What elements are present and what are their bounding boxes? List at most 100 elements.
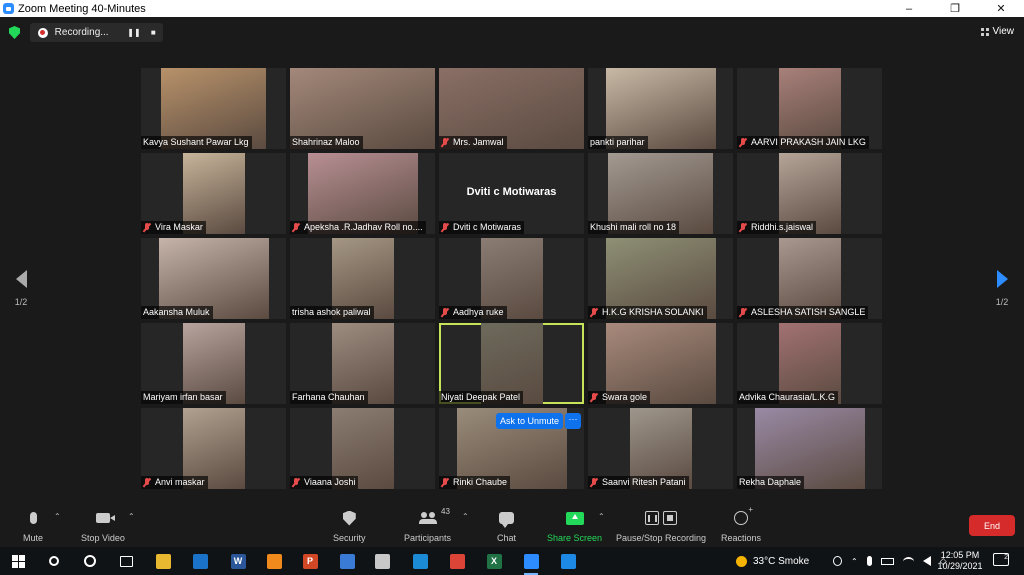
- stop-video-button[interactable]: Stop Video: [81, 509, 125, 543]
- system-tray: ⌃ ◇: [833, 547, 947, 575]
- reactions-button[interactable]: Reactions: [721, 505, 761, 543]
- window-title-bar: Zoom Meeting 40-Minutes – ❐ ✕: [0, 0, 1024, 17]
- participant-tile[interactable]: Khushi mali roll no 18: [588, 153, 733, 234]
- taskbar-app-button[interactable]: [264, 551, 284, 571]
- participant-name: Dviti c Motiwaras: [453, 222, 522, 232]
- participant-tile[interactable]: Aadhya ruke: [439, 238, 584, 319]
- participant-tile[interactable]: Mrs. Jamwal: [439, 68, 584, 149]
- battery-icon[interactable]: [880, 557, 894, 565]
- participant-tile[interactable]: Kavya Sushant Pawar Lkg: [141, 68, 286, 149]
- participant-tile[interactable]: Aakansha Muluk: [141, 238, 286, 319]
- participant-name-bar: Anvi maskar: [141, 476, 208, 489]
- participant-tile[interactable]: Farhana Chauhan: [290, 323, 435, 404]
- chat-button[interactable]: Chat: [497, 509, 516, 543]
- stop-recording-button[interactable]: ■: [144, 28, 163, 37]
- share-screen-icon: [565, 511, 584, 525]
- participant-name-bar: trisha ashok paliwal: [290, 306, 374, 319]
- participant-tile[interactable]: Riddhi.s.jaiswal: [737, 153, 882, 234]
- participant-tile[interactable]: Advika Chaurasia/L.K.G: [737, 323, 882, 404]
- mute-button[interactable]: Mute: [23, 509, 43, 543]
- wifi-icon[interactable]: [902, 556, 914, 566]
- participant-tile[interactable]: AARVI PRAKASH JAIN LKG: [737, 68, 882, 149]
- participant-tile[interactable]: Saanvi Ritesh Patani: [588, 408, 733, 489]
- participant-tile[interactable]: trisha ashok paliwal: [290, 238, 435, 319]
- participant-tile[interactable]: Apeksha .R.Jadhav Roll no....: [290, 153, 435, 234]
- taskbar-app-button[interactable]: [558, 551, 578, 571]
- cortana-icon: [84, 555, 96, 567]
- recording-indicator: Recording... ❚❚ ■: [30, 23, 163, 42]
- stop-video-label: Stop Video: [81, 533, 125, 543]
- minimize-button[interactable]: –: [886, 0, 932, 17]
- participant-name-bar: Mrs. Jamwal: [439, 136, 507, 149]
- stop-icon: [663, 511, 678, 525]
- weather-widget[interactable]: 33°C Smoke: [736, 547, 809, 575]
- taskbar-app-button[interactable]: [410, 551, 430, 571]
- taskbar-app-button[interactable]: [190, 551, 210, 571]
- participant-tile[interactable]: Mariyam irfan basar: [141, 323, 286, 404]
- volume-icon[interactable]: [922, 556, 931, 566]
- microphone-tray-icon[interactable]: [866, 556, 872, 566]
- participant-name-bar: ASLESHA SATISH SANGLE: [737, 306, 869, 319]
- start-button[interactable]: [8, 551, 28, 571]
- participant-tile[interactable]: Viaana Joshi: [290, 408, 435, 489]
- more-options-button[interactable]: ···: [565, 413, 581, 429]
- end-meeting-button[interactable]: End: [969, 515, 1015, 536]
- participant-tile[interactable]: Anvi maskar: [141, 408, 286, 489]
- muted-mic-icon: [590, 307, 598, 317]
- taskbar-app-button[interactable]: P: [300, 551, 320, 571]
- share-options-caret-icon[interactable]: ⌃: [598, 512, 605, 521]
- participant-tile[interactable]: ASLESHA SATISH SANGLE: [737, 238, 882, 319]
- participants-options-caret-icon[interactable]: ⌃: [462, 512, 469, 521]
- participant-tile[interactable]: Vira Maskar: [141, 153, 286, 234]
- taskbar-app-button[interactable]: [153, 551, 173, 571]
- share-screen-button[interactable]: Share Screen: [547, 509, 602, 543]
- participant-tile[interactable]: Shahrinaz Maloo: [290, 68, 435, 149]
- participant-name: Swara gole: [602, 392, 648, 402]
- word-icon: W: [230, 553, 246, 569]
- muted-mic-icon: [143, 477, 151, 487]
- participant-name: Kavya Sushant Pawar Lkg: [143, 137, 249, 147]
- next-page-button[interactable]: 1/2: [992, 270, 1012, 307]
- encryption-shield-icon[interactable]: [9, 26, 20, 39]
- view-button[interactable]: View: [980, 26, 1014, 37]
- participant-gallery: Kavya Sushant Pawar Lkg Shahrinaz Maloo Mr…: [141, 68, 882, 493]
- previous-page-button[interactable]: 1/2: [11, 270, 31, 307]
- pause-recording-button[interactable]: ❚❚: [124, 28, 143, 37]
- share-screen-label: Share Screen: [547, 533, 603, 543]
- taskbar-app-button[interactable]: W: [228, 551, 248, 571]
- participant-name-bar: H.K.G KRISHA SOLANKI: [588, 306, 707, 319]
- participant-tile[interactable]: Rekha Daphale: [737, 408, 882, 489]
- taskbar-app-button[interactable]: [521, 551, 541, 575]
- participant-name: Aadhya ruke: [453, 307, 504, 317]
- chevron-up-icon[interactable]: ⌃: [851, 557, 858, 566]
- participant-tile[interactable]: Swara gole: [588, 323, 733, 404]
- people-tray-icon[interactable]: [833, 556, 842, 566]
- ask-to-unmute-button[interactable]: Ask to Unmute: [496, 413, 563, 429]
- taskbar-app-button[interactable]: [337, 551, 357, 571]
- pause-stop-recording-button[interactable]: Pause/Stop Recording: [616, 509, 706, 543]
- participant-tile[interactable]: pankti parihar: [588, 68, 733, 149]
- participant-name: Mrs. Jamwal: [453, 137, 504, 147]
- page-indicator-right: 1/2: [995, 297, 1009, 307]
- participant-tile[interactable]: H.K.G KRISHA SOLANKI: [588, 238, 733, 319]
- participant-count: 43: [441, 507, 450, 516]
- restore-button[interactable]: ❐: [932, 0, 978, 17]
- system-clock[interactable]: 12:05 PM 10/29/2021: [937, 550, 983, 572]
- record-icon: [38, 27, 48, 38]
- taskbar-app-button[interactable]: X: [484, 551, 504, 571]
- audio-options-caret-icon[interactable]: ⌃: [54, 512, 61, 521]
- participant-tile[interactable]: Dviti c Motiwaras Dviti c Motiwaras: [439, 153, 584, 234]
- cortana-button[interactable]: [80, 551, 100, 571]
- task-view-button[interactable]: [116, 551, 136, 571]
- security-button[interactable]: Security: [333, 509, 366, 543]
- taskbar-search-button[interactable]: [44, 551, 64, 571]
- search-icon: [49, 556, 59, 566]
- close-button[interactable]: ✕: [978, 0, 1024, 17]
- video-options-caret-icon[interactable]: ⌃: [128, 512, 135, 521]
- notification-center-icon[interactable]: 2: [993, 553, 1009, 566]
- participant-name-bar: AARVI PRAKASH JAIN LKG: [737, 136, 869, 149]
- participant-tile[interactable]: Niyati Deepak Patel: [439, 323, 584, 404]
- taskbar-app-button[interactable]: [447, 551, 467, 571]
- participant-name-bar: Kavya Sushant Pawar Lkg: [141, 136, 252, 149]
- taskbar-app-button[interactable]: [372, 551, 392, 571]
